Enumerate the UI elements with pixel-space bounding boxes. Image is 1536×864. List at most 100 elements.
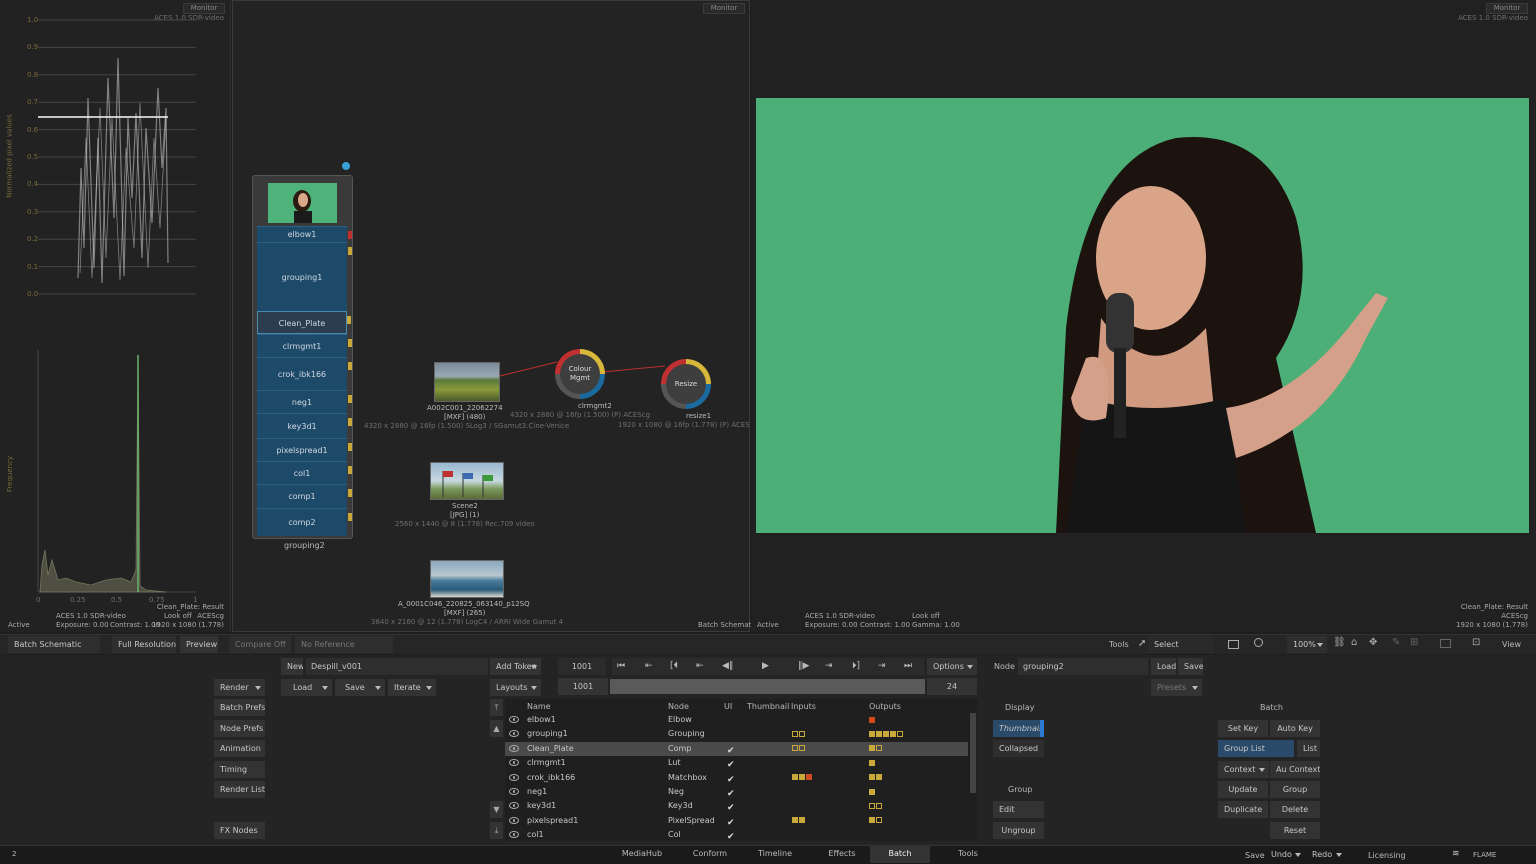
group-row-item[interactable]: neg1 (257, 390, 352, 413)
scroll-bottom-icon[interactable]: ⤓ (490, 822, 503, 839)
resize-node[interactable]: Resize (661, 359, 711, 409)
node-name-field[interactable]: grouping2 (1018, 658, 1148, 675)
animation-button[interactable]: Animation (214, 740, 265, 757)
compare-button[interactable]: Compare Off (229, 636, 291, 653)
delete-button[interactable]: Delete (1270, 801, 1320, 818)
group-row-item[interactable]: Clean_Plate (257, 311, 351, 334)
tab-effects[interactable]: Effects (812, 845, 872, 863)
reference-button[interactable]: No Reference (295, 636, 393, 653)
node-save-button[interactable]: Save (1178, 658, 1203, 675)
split-view-icon[interactable] (1228, 640, 1239, 649)
licensing-button[interactable]: Licensing (1368, 851, 1406, 860)
prev-key-icon[interactable]: ⇤ (645, 658, 653, 675)
clip2-thumbnail[interactable] (430, 462, 504, 500)
visibility-eye-icon[interactable] (509, 802, 519, 810)
new-button[interactable]: New (281, 658, 303, 675)
scroll-down-icon[interactable]: ▼ (490, 801, 503, 818)
table-scrollbar[interactable] (970, 713, 976, 793)
visibility-eye-icon[interactable] (509, 831, 519, 839)
options-dropdown[interactable]: Options (927, 658, 977, 675)
scroll-up-icon[interactable]: ▲ (490, 720, 503, 737)
collapsed-toggle[interactable]: Collapsed (993, 740, 1044, 757)
timeline-scrubber[interactable] (610, 679, 925, 694)
output-socket[interactable] (348, 418, 352, 426)
tab-mediahub[interactable]: MediaHub (612, 845, 672, 863)
next-mark-icon[interactable]: ⇥ (825, 658, 833, 675)
batch-schematic-button[interactable]: Batch Schematic (8, 636, 100, 653)
visibility-eye-icon[interactable] (509, 716, 519, 723)
in-point-icon[interactable]: [⏴ (670, 658, 678, 675)
cursor-icon[interactable]: ➚ (1138, 638, 1146, 649)
group-button[interactable]: Group (1270, 781, 1320, 798)
add-token-dropdown[interactable]: Add Token (490, 658, 541, 675)
clip1-thumbnail[interactable] (434, 362, 500, 402)
pan-icon[interactable]: ✥ (1369, 637, 1377, 648)
presets-dropdown[interactable]: Presets (1151, 679, 1202, 696)
output-socket[interactable] (348, 231, 352, 239)
fx-nodes-button[interactable]: FX Nodes (214, 822, 265, 839)
iterate-dropdown[interactable]: Iterate (388, 679, 436, 696)
output-socket[interactable] (348, 362, 352, 370)
setup-name-field[interactable]: Despill_v001 (306, 658, 488, 675)
node-load-button[interactable]: Load (1151, 658, 1176, 675)
layouts-dropdown[interactable]: Layouts (490, 679, 541, 696)
output-socket[interactable] (348, 489, 352, 497)
scroll-top-icon[interactable]: ⤒ (490, 699, 503, 716)
full-resolution-button[interactable]: Full Resolution (112, 636, 176, 653)
next-key-icon[interactable]: ⇥ (878, 658, 886, 675)
out-point-icon[interactable]: ⏵] (852, 658, 860, 675)
table-row[interactable]: clrmgmt1 Lut ✔ (505, 756, 968, 770)
group-row-item[interactable]: comp1 (257, 484, 352, 508)
output-socket[interactable] (347, 316, 351, 324)
link-icon[interactable]: ⛓ (1333, 637, 1346, 648)
undo-dropdown[interactable]: Undo (1267, 846, 1305, 863)
group-row-item[interactable]: clrmgmt1 (257, 334, 352, 357)
render-button[interactable]: Render (214, 679, 265, 696)
output-socket[interactable] (348, 443, 352, 451)
output-socket[interactable] (348, 339, 352, 347)
table-row[interactable]: col1 Col ✔ (505, 828, 968, 842)
table-row[interactable]: elbow1 Elbow (505, 713, 968, 727)
visibility-eye-icon[interactable] (509, 816, 519, 824)
schematic-monitor-button[interactable]: Monitor (703, 3, 745, 14)
ungroup-button[interactable]: Ungroup (993, 822, 1044, 839)
preview-button[interactable]: Preview (180, 636, 218, 653)
zoom-dropdown[interactable]: 100% (1287, 636, 1327, 653)
thumbnail-toggle[interactable]: Thumbnail (993, 720, 1044, 737)
goto-end-icon[interactable]: ⏭ (904, 658, 912, 675)
play-icon[interactable]: ▶ (762, 658, 769, 675)
table-row[interactable]: key3d1 Key3d ✔ (505, 799, 968, 813)
visibility-eye-icon[interactable] (509, 730, 519, 738)
group-row-item[interactable]: comp2 (257, 508, 352, 536)
eyedropper-icon[interactable]: ✎ (1392, 637, 1400, 648)
redo-dropdown[interactable]: Redo (1308, 846, 1346, 863)
output-socket[interactable] (348, 395, 352, 403)
prev-mark-icon[interactable]: ⇤ (696, 658, 704, 675)
node-prefs-button[interactable]: Node Prefs (214, 720, 265, 737)
output-socket[interactable] (348, 513, 352, 521)
duplicate-button[interactable]: Duplicate (1218, 801, 1268, 818)
colour-mgmt-node[interactable]: Colour Mgmt (555, 349, 605, 399)
grid-icon[interactable]: ⊞ (1410, 637, 1418, 648)
auto-key-button[interactable]: Auto Key (1270, 720, 1320, 737)
visibility-eye-icon[interactable] (509, 773, 519, 781)
output-socket[interactable] (348, 247, 352, 255)
table-row[interactable]: neg1 Neg ✔ (505, 785, 968, 799)
visibility-eye-icon[interactable] (509, 744, 519, 752)
group-row-item[interactable]: col1 (257, 461, 352, 484)
set-key-button[interactable]: Set Key (1218, 720, 1268, 737)
group-row-item[interactable]: key3d1 (257, 413, 352, 438)
home-icon[interactable]: ⌂ (1351, 637, 1357, 648)
goto-start-icon[interactable]: ⏮ (617, 658, 625, 675)
start-frame-field[interactable]: 1001 (558, 678, 608, 695)
visibility-eye-icon[interactable] (509, 788, 519, 795)
add-overlay-icon[interactable]: ⊡ (1472, 637, 1480, 648)
load-dropdown[interactable]: Load (281, 679, 332, 696)
tab-timeline[interactable]: Timeline (745, 845, 805, 863)
update-button[interactable]: Update (1218, 781, 1268, 798)
output-socket[interactable] (348, 466, 352, 474)
overlay-icon[interactable] (1440, 639, 1451, 648)
tab-tools[interactable]: Tools (938, 845, 998, 863)
search-icon[interactable] (1254, 638, 1263, 647)
view-button[interactable]: View (1502, 640, 1521, 649)
